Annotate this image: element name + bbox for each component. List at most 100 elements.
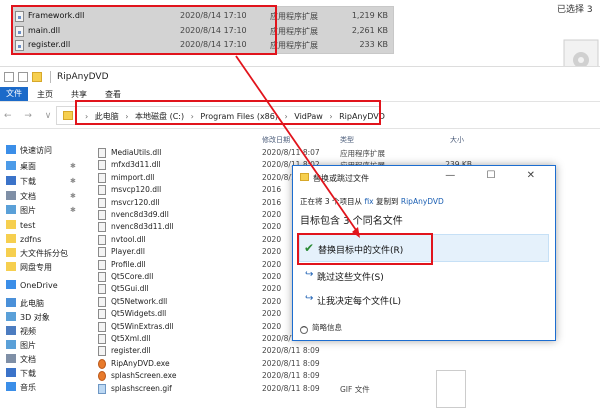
table-row[interactable]: MediaUtils.dll 2020/8/11 8:07 应用程序扩展: [94, 147, 600, 159]
destination-folder-link[interactable]: RipAnyDVD: [401, 197, 444, 206]
title-bar: RipAnyDVD: [0, 67, 600, 87]
tab-file[interactable]: 文件: [0, 87, 28, 101]
sidebar-item[interactable]: 下载: [6, 368, 36, 382]
table-row[interactable]: RipAnyDVD.exe 2020/8/11 8:09: [94, 358, 600, 370]
sidebar-item[interactable]: 下载: [6, 176, 36, 190]
file-name: register.dll: [111, 346, 151, 356]
file-name: Qt5Network.dll: [111, 296, 168, 306]
folder-icon: [300, 173, 309, 181]
ribbon-tabs: 文件 主页 共享 查看: [0, 87, 600, 101]
exe-file-icon: [98, 358, 106, 369]
sidebar-item-label: 下载: [20, 177, 36, 186]
folder-icon: [6, 248, 16, 257]
dll-file-icon: [98, 222, 106, 233]
file-type: 应用程序扩展: [270, 41, 318, 50]
window-title: RipAnyDVD: [57, 72, 109, 82]
divider: [50, 71, 51, 83]
sidebar-item[interactable]: 视频: [6, 326, 36, 340]
dll-file-icon: [98, 247, 106, 258]
file-type: 应用程序扩展: [340, 149, 385, 158]
table-row[interactable]: splashscreen.gif 2020/8/11 8:09 GIF 文件: [94, 383, 600, 395]
navigation-pane: 快速访问桌面 ✱ 下载 ✱ 文档 ✱ 图片 ✱ test zdfns 大文件拆分包 网盘专用 OneDr…: [0, 143, 88, 409]
file-name: Qt5Gui.dll: [111, 284, 149, 294]
folder-icon: [6, 176, 16, 185]
tab-home[interactable]: 主页: [28, 89, 62, 100]
table-row[interactable]: splashScreen.exe 2020/8/11 8:09: [94, 370, 600, 382]
pin-icon[interactable]: ✱: [70, 192, 76, 200]
sidebar-item[interactable]: 3D 对象: [6, 312, 50, 326]
sidebar-item-label: 下载: [20, 369, 36, 378]
column-header-type[interactable]: 类型: [340, 135, 354, 145]
pin-icon[interactable]: ✱: [70, 177, 76, 185]
pin-icon[interactable]: ✱: [70, 162, 76, 170]
sidebar-item[interactable]: 快速访问: [6, 145, 52, 159]
sidebar-item[interactable]: OneDrive: [6, 280, 58, 294]
option-label: 跳过这些文件(S): [317, 273, 384, 283]
file-date: 2016: [262, 185, 282, 195]
file-date: 2020: [262, 296, 282, 306]
table-row[interactable]: register.dll 2020/8/11 8:09: [94, 345, 600, 357]
dll-file-icon: [98, 185, 106, 196]
file-name: splashScreen.exe: [111, 371, 177, 381]
sidebar-item[interactable]: 文档: [6, 191, 36, 205]
column-header-date[interactable]: 修改日期: [262, 135, 290, 145]
file-name: Qt5Widgets.dll: [111, 309, 167, 319]
file-name: splashscreen.gif: [111, 383, 172, 393]
tab-view[interactable]: 查看: [96, 89, 130, 100]
sidebar-item-label: OneDrive: [20, 281, 58, 290]
dll-file-icon: [98, 234, 106, 245]
sidebar-item-label: 文档: [20, 355, 36, 364]
source-folder-link[interactable]: fix: [364, 197, 373, 206]
sidebar-item-label: 3D 对象: [20, 313, 50, 322]
folder-icon: [6, 326, 16, 335]
folder-icon: [6, 340, 16, 349]
sidebar-item[interactable]: 此电脑: [6, 298, 44, 312]
annotation-box-address: [75, 100, 381, 125]
folder-icon: [6, 205, 16, 214]
folder-icon: [6, 354, 16, 363]
sidebar-item[interactable]: 图片: [6, 340, 36, 354]
file-name: Qt5Xml.dll: [111, 334, 151, 343]
file-name: Qt5Core.dll: [111, 272, 154, 281]
sidebar-item[interactable]: 文档: [6, 354, 36, 368]
file-date: 2020: [262, 259, 282, 269]
sidebar-item[interactable]: 图片: [6, 205, 36, 219]
file-date: 2020: [262, 210, 282, 219]
file-date: 2020: [262, 247, 282, 257]
dialog-title-bar: 替换或跳过文件 — ☐ ✕: [293, 166, 555, 188]
sidebar-item[interactable]: test: [6, 220, 35, 234]
file-name: msvcp120.dll: [111, 185, 162, 195]
option-label: 让我决定每个文件(L): [317, 297, 402, 307]
pin-icon[interactable]: ✱: [70, 206, 76, 214]
sidebar-item-label: 快速访问: [20, 146, 52, 155]
column-header: 修改日期 类型 大小: [94, 135, 600, 147]
details-toggle[interactable]: ^ 简略信息: [300, 322, 342, 334]
chevron-up-icon: ^: [300, 326, 308, 334]
sidebar-item[interactable]: 桌面: [6, 161, 36, 175]
copy-progress-text: 正在将 3 个项目从 fix 复制到 RipAnyDVD: [300, 196, 444, 207]
sidebar-item[interactable]: 音乐: [6, 382, 36, 396]
new-folder-icon[interactable]: [32, 72, 42, 82]
annotation-box-source-files: [11, 5, 277, 55]
window-controls[interactable]: — ☐ ✕: [445, 170, 549, 181]
dll-file-icon: [98, 197, 106, 208]
folder-icon: [6, 298, 16, 307]
tab-share[interactable]: 共享: [62, 89, 96, 100]
dialog-heading: 目标包含 3 个同名文件: [300, 216, 403, 227]
folder-icon: [6, 234, 16, 243]
sidebar-item[interactable]: 网盘专用: [6, 262, 52, 276]
file-date: 2020: [262, 321, 282, 331]
decide-each-option[interactable]: ↪ 让我决定每个文件(L): [299, 286, 549, 314]
file-date: 2020: [262, 234, 282, 244]
properties-icon[interactable]: [4, 72, 14, 82]
file-name: nvenc8d3d9.dll: [111, 210, 169, 219]
sidebar-item[interactable]: 大文件拆分包: [6, 248, 68, 262]
folder-icon: [63, 111, 73, 120]
file-date: 2020/8/11 8:07: [262, 148, 320, 157]
sidebar-item-label: 大文件拆分包: [20, 249, 68, 258]
progress-prefix: 正在将 3 个项目从: [300, 197, 363, 206]
checkbox-icon[interactable]: [18, 72, 28, 82]
sidebar-item[interactable]: zdfns: [6, 234, 41, 248]
column-header-size[interactable]: 大小: [450, 135, 464, 145]
sidebar-item-label: 网盘专用: [20, 263, 52, 272]
